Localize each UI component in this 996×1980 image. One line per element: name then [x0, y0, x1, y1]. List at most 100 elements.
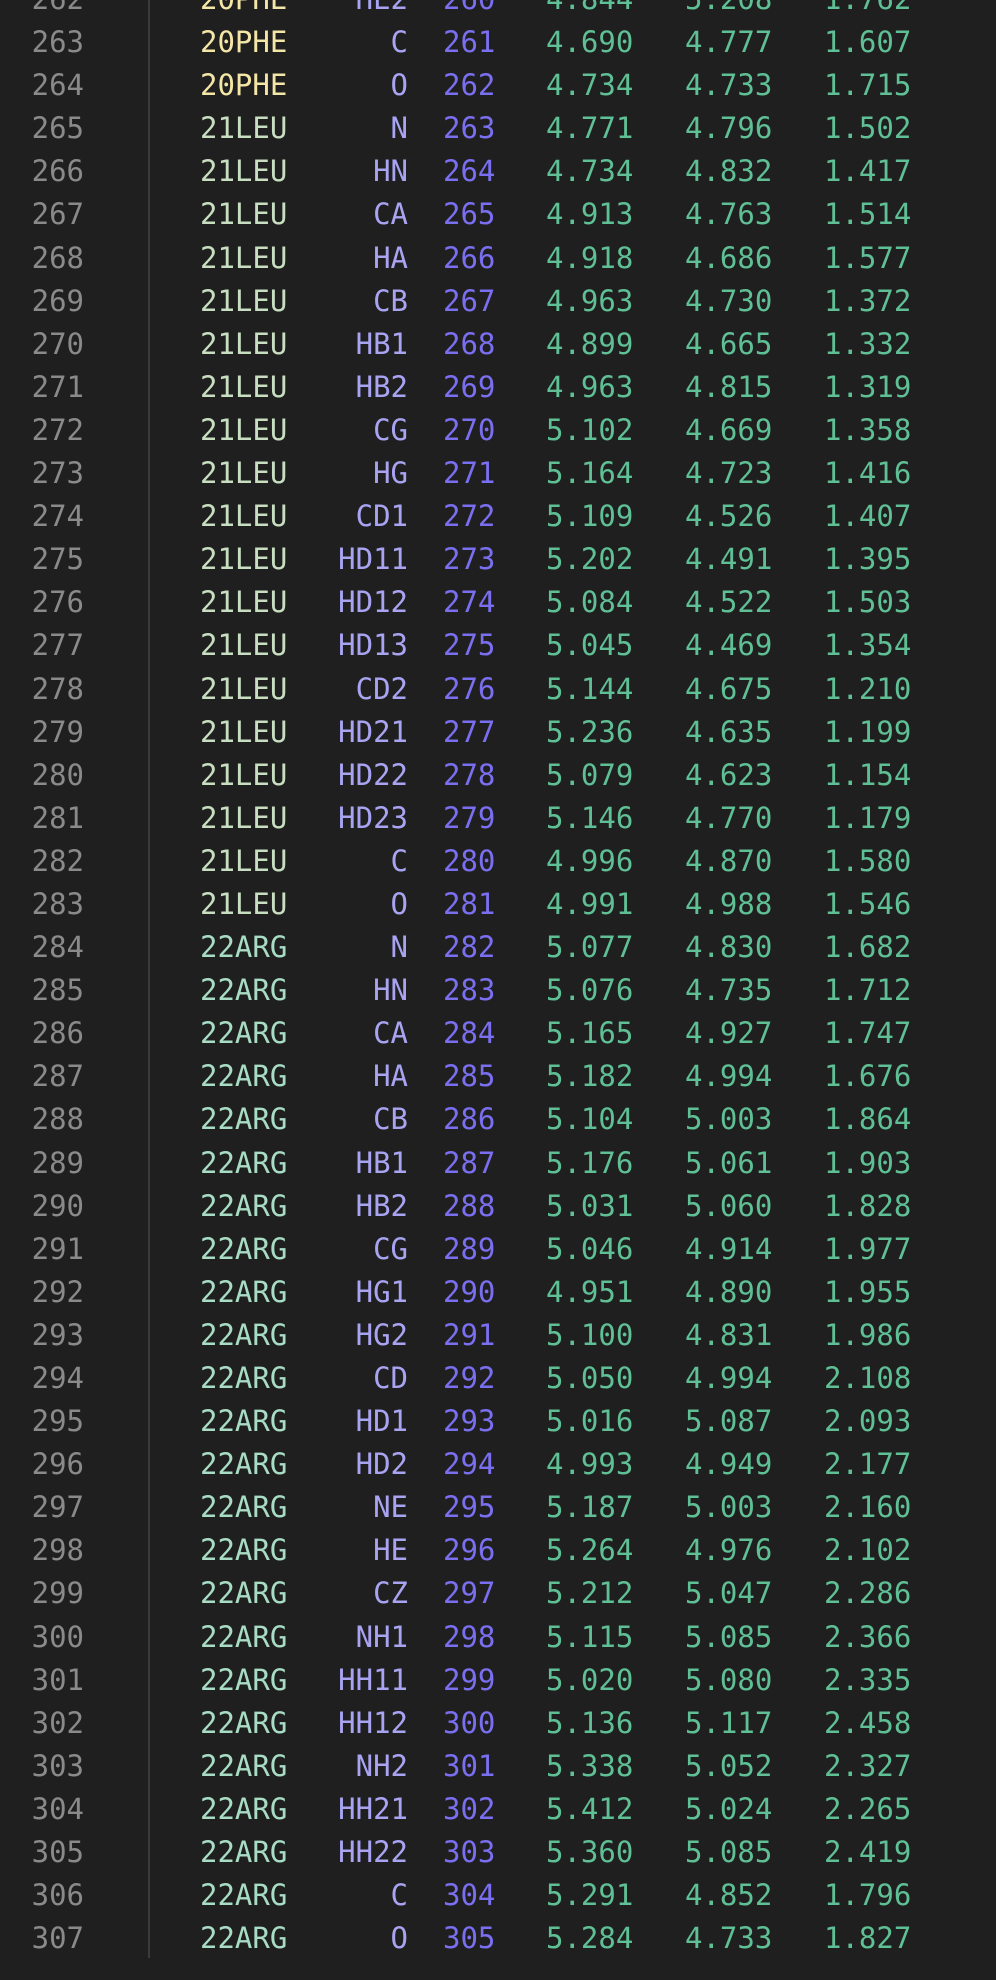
code-line[interactable]: 305 22ARG HH22 303 5.360 5.085 2.419: [0, 1831, 996, 1874]
residue-name: 21LEU: [200, 326, 288, 361]
code-line[interactable]: 297 22ARG NE 295 5.187 5.003 2.160: [0, 1486, 996, 1529]
x-coordinate: 5.360: [546, 1835, 634, 1870]
code-line[interactable]: 301 22ARG HH11 299 5.020 5.080 2.335: [0, 1659, 996, 1702]
atom-index: 300: [443, 1705, 496, 1740]
code-line[interactable]: 291 22ARG CG 289 5.046 4.914 1.977: [0, 1228, 996, 1271]
code-line[interactable]: 284 22ARG N 282 5.077 4.830 1.682: [0, 926, 996, 969]
code-line[interactable]: 290 22ARG HB2 288 5.031 5.060 1.828: [0, 1185, 996, 1228]
line-number: 303: [31, 1748, 84, 1783]
code-line[interactable]: 269 21LEU CB 267 4.963 4.730 1.372: [0, 280, 996, 323]
code-line[interactable]: 299 22ARG CZ 297 5.212 5.047 2.286: [0, 1572, 996, 1615]
code-line[interactable]: 293 22ARG HG2 291 5.100 4.831 1.986: [0, 1314, 996, 1357]
code-line[interactable]: 285 22ARG HN 283 5.076 4.735 1.712: [0, 969, 996, 1012]
x-coordinate: 5.050: [546, 1361, 634, 1395]
atom-name: C: [390, 25, 408, 60]
atom-index: 281: [443, 886, 496, 921]
atom-index: 278: [443, 757, 496, 792]
residue-name: 21LEU: [200, 628, 288, 663]
x-coordinate: 5.187: [546, 1490, 634, 1525]
residue-name: 22ARG: [200, 1878, 288, 1913]
residue-name: 22ARG: [200, 1361, 288, 1395]
z-coordinate: 2.419: [824, 1835, 912, 1870]
code-line[interactable]: 264 20PHE O 262 4.734 4.733 1.715: [0, 64, 996, 107]
atom-index: 296: [443, 1533, 496, 1568]
y-coordinate: 5.117: [685, 1705, 773, 1740]
x-coordinate: 4.963: [546, 369, 634, 404]
residue-name: 21LEU: [200, 886, 288, 921]
line-number: 307: [31, 1921, 84, 1956]
z-coordinate: 1.503: [824, 585, 912, 620]
code-line[interactable]: 302 22ARG HH12 300 5.136 5.117 2.458: [0, 1702, 996, 1745]
editor-lines: 26220PHEHE22604.8445.2081.76226320PHEC26…: [0, 0, 996, 1960]
residue-name: 22ARG: [200, 1404, 288, 1439]
residue-name: 22ARG: [200, 1102, 288, 1137]
line-number: 296: [31, 1447, 84, 1482]
atom-index: 293: [443, 1404, 496, 1439]
code-line[interactable]: 287 22ARG HA 285 5.182 4.994 1.676: [0, 1055, 996, 1098]
code-line[interactable]: 273 21LEU HG 271 5.164 4.723 1.416: [0, 452, 996, 495]
code-line[interactable]: 268 21LEU HA 266 4.918 4.686 1.577: [0, 237, 996, 280]
atom-name: NH2: [355, 1748, 408, 1783]
x-coordinate: 4.899: [546, 326, 634, 361]
line-number: 263: [31, 25, 84, 60]
atom-name: HD11: [338, 542, 408, 577]
code-line[interactable]: 266 21LEU HN 264 4.734 4.832 1.417: [0, 150, 996, 193]
atom-index: 288: [443, 1188, 496, 1223]
atom-name: CA: [373, 197, 408, 232]
code-line[interactable]: 262 20PHE HE2 260 4.844 5.208 1.762: [0, 0, 996, 21]
code-editor[interactable]: 26220PHEHE22604.8445.2081.76226320PHEC26…: [0, 0, 996, 1960]
z-coordinate: 1.607: [824, 25, 912, 60]
code-line[interactable]: 303 22ARG NH2 301 5.338 5.052 2.327: [0, 1745, 996, 1788]
line-number: 302: [31, 1705, 84, 1740]
atom-index: 284: [443, 1016, 496, 1051]
residue-name: 21LEU: [200, 154, 288, 189]
z-coordinate: 1.712: [824, 973, 912, 1008]
code-line[interactable]: 277 21LEU HD13 275 5.045 4.469 1.354: [0, 624, 996, 667]
atom-name: CD1: [355, 499, 408, 534]
code-line[interactable]: 307 22ARG O 305 5.284 4.733 1.827: [0, 1917, 996, 1960]
code-line[interactable]: 274 21LEU CD1 272 5.109 4.526 1.407: [0, 495, 996, 538]
code-line[interactable]: 283 21LEU O 281 4.991 4.988 1.546: [0, 883, 996, 926]
code-line[interactable]: 280 21LEU HD22 278 5.079 4.623 1.154: [0, 754, 996, 797]
code-line[interactable]: 288 22ARG CB 286 5.104 5.003 1.864: [0, 1098, 996, 1141]
code-line[interactable]: 275 21LEU HD11 273 5.202 4.491 1.395: [0, 538, 996, 581]
code-line[interactable]: 278 21LEU CD2 276 5.144 4.675 1.210: [0, 668, 996, 711]
code-line[interactable]: 276 21LEU HD12 274 5.084 4.522 1.503: [0, 581, 996, 624]
code-line[interactable]: 295 22ARG HD1 293 5.016 5.087 2.093: [0, 1400, 996, 1443]
code-line[interactable]: 265 21LEU N 263 4.771 4.796 1.502: [0, 107, 996, 150]
code-line[interactable]: 263 20PHE C 261 4.690 4.777 1.607: [0, 21, 996, 64]
code-line[interactable]: 270 21LEU HB1 268 4.899 4.665 1.332: [0, 323, 996, 366]
atom-name: HN: [373, 154, 408, 189]
code-line[interactable]: 296 22ARG HD2 294 4.993 4.949 2.177: [0, 1443, 996, 1486]
code-line[interactable]: 267 21LEU CA 265 4.913 4.763 1.514: [0, 193, 996, 236]
code-line[interactable]: 271 21LEU HB2 269 4.963 4.815 1.319: [0, 366, 996, 409]
code-line[interactable]: 286 22ARG CA 284 5.165 4.927 1.747: [0, 1012, 996, 1055]
y-coordinate: 4.635: [685, 714, 773, 749]
atom-name: CZ: [373, 1576, 408, 1611]
code-line[interactable]: 292 22ARG HG1 290 4.951 4.890 1.955: [0, 1271, 996, 1314]
code-line[interactable]: 294 22ARG CD 292 5.050 4.994 2.108: [0, 1357, 996, 1400]
code-line[interactable]: 298 22ARG HE 296 5.264 4.976 2.102: [0, 1529, 996, 1572]
code-line[interactable]: 306 22ARG C 304 5.291 4.852 1.796: [0, 1874, 996, 1917]
code-line[interactable]: 272 21LEU CG 270 5.102 4.669 1.358: [0, 409, 996, 452]
atom-name: N: [390, 111, 408, 146]
code-line[interactable]: 279 21LEU HD21 277 5.236 4.635 1.199: [0, 711, 996, 754]
y-coordinate: 5.087: [685, 1404, 773, 1439]
y-coordinate: 4.763: [685, 197, 773, 232]
y-coordinate: 5.208: [685, 0, 772, 21]
x-coordinate: 5.079: [546, 757, 634, 792]
residue-name: 22ARG: [200, 1188, 288, 1223]
x-coordinate: 5.136: [546, 1705, 634, 1740]
residue-name: 21LEU: [200, 671, 288, 706]
atom-name: CB: [373, 1102, 408, 1137]
code-line[interactable]: 300 22ARG NH1 298 5.115 5.085 2.366: [0, 1616, 996, 1659]
x-coordinate: 5.291: [546, 1878, 634, 1913]
x-coordinate: 4.951: [546, 1274, 634, 1309]
atom-index: 290: [443, 1274, 496, 1309]
line-number: 289: [31, 1145, 84, 1180]
code-line[interactable]: 282 21LEU C 280 4.996 4.870 1.580: [0, 840, 996, 883]
code-line[interactable]: 281 21LEU HD23 279 5.146 4.770 1.179: [0, 797, 996, 840]
code-line[interactable]: 304 22ARG HH21 302 5.412 5.024 2.265: [0, 1788, 996, 1831]
z-coordinate: 1.827: [824, 1921, 912, 1956]
code-line[interactable]: 289 22ARG HB1 287 5.176 5.061 1.903: [0, 1142, 996, 1185]
